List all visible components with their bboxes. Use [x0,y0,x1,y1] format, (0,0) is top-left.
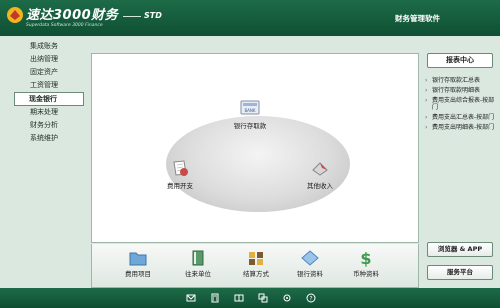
left-nav: 集成账务 出纳管理 固定资产 工资管理 现金银行 期末处理 财务分析 系统维护 [0,40,90,145]
help-icon[interactable]: ? [306,293,316,303]
bank-icon: BANK [240,100,260,115]
chevron-right-icon: › [425,77,428,84]
flow-node-label: 费用开支 [167,182,193,190]
chevron-right-icon: › [425,87,428,94]
report-link[interactable]: › 银行存取款汇总表 [423,77,500,84]
bottom-item-settlement[interactable]: 结算方式 [236,249,276,278]
flow-node-bank-deposit[interactable]: BANK 银行存取款 [226,98,274,130]
bottom-item-label: 结算方式 [243,270,269,278]
bottom-item-label: 费用项目 [125,270,151,278]
nav-item-period-end[interactable]: 期末处理 [0,106,90,119]
svg-text:BANK: BANK [244,108,255,113]
logo-subtitle: Superdata Software 3000 Finance [26,23,103,28]
diamond-icon [301,250,319,266]
report-link[interactable]: › 银行存取款明细表 [423,87,500,94]
browser-app-button[interactable]: 浏览器 & APP [427,242,493,257]
report-link[interactable]: › 费用支出明细表-按部门 [423,124,500,131]
nav-item-financial-analysis[interactable]: 财务分析 [0,119,90,132]
expense-icon [173,160,188,176]
nav-item-system[interactable]: 系统维护 [0,132,90,145]
edition-divider [123,16,141,17]
income-icon [312,162,328,176]
report-center: 报表中心 › 银行存取款汇总表 › 银行存取款明细表 › 费用支出综合报表-按部门 ›… [423,53,500,131]
nav-item-payroll[interactable]: 工资管理 [0,79,90,92]
bottom-item-expense-items[interactable]: 费用项目 [118,249,158,278]
settlement-icon [249,252,263,265]
flow-node-other-income[interactable]: 其他收入 [298,158,342,190]
edition-label: STD [144,11,162,20]
logo-icon [7,7,23,23]
report-link[interactable]: › 费用支出汇总表-按部门 [423,114,500,121]
status-bar: ? [0,288,500,308]
bottom-item-label: 银行资料 [297,270,323,278]
book-icon [192,250,204,266]
settings-icon[interactable] [282,293,292,303]
chevron-right-icon: › [425,97,428,104]
report-link[interactable]: › 费用支出综合报表-按部门 [423,97,500,111]
bottom-item-label: 币种资料 [353,270,379,278]
logo-title: 速达3000财务 [26,8,119,23]
flow-node-label: 银行存取款 [233,122,267,130]
calculator-icon[interactable] [210,293,220,303]
nav-item-cashier[interactable]: 出纳管理 [0,53,90,66]
svg-text:?: ? [309,296,312,303]
report-link-label: 费用支出综合报表-按部门 [432,97,495,111]
nav-item-fixed-assets[interactable]: 固定资产 [0,66,90,79]
report-link-label: 费用支出汇总表-按部门 [432,114,495,121]
currency-icon: $ [360,249,371,267]
flow-node-expense[interactable]: 费用开支 [158,158,202,190]
app-name: 财务管理软件 [395,14,440,23]
bottom-item-partners[interactable]: 往来单位 [178,249,218,278]
report-link-label: 银行存取款汇总表 [432,77,481,84]
notes-icon[interactable] [234,293,244,303]
report-center-title: 报表中心 [427,53,493,68]
folder-icon [129,252,147,266]
windows-icon[interactable] [258,293,268,303]
app-header: 速达3000财务 Superdata Software 3000 Finance… [0,0,500,36]
report-link-label: 银行存取款明细表 [432,87,481,94]
flow-node-label: 其他收入 [307,182,333,190]
basic-data-bar: 费用项目 往来单位 结算方式 银行资料 $ 币种资料 [91,244,419,288]
chevron-right-icon: › [425,114,428,121]
nav-item-cash-bank[interactable]: 现金银行 [14,92,84,106]
svg-text:$: $ [360,249,371,267]
nav-item-ledger[interactable]: 集成账务 [0,40,90,53]
mail-icon[interactable] [186,293,196,303]
chevron-right-icon: › [425,124,428,131]
bottom-item-currency[interactable]: $ 币种资料 [346,249,386,278]
bottom-item-label: 往来单位 [185,270,211,278]
bottom-item-bank-info[interactable]: 银行资料 [290,249,330,278]
report-link-label: 费用支出明细表-按部门 [432,124,495,131]
service-platform-button[interactable]: 服务平台 [427,265,493,280]
